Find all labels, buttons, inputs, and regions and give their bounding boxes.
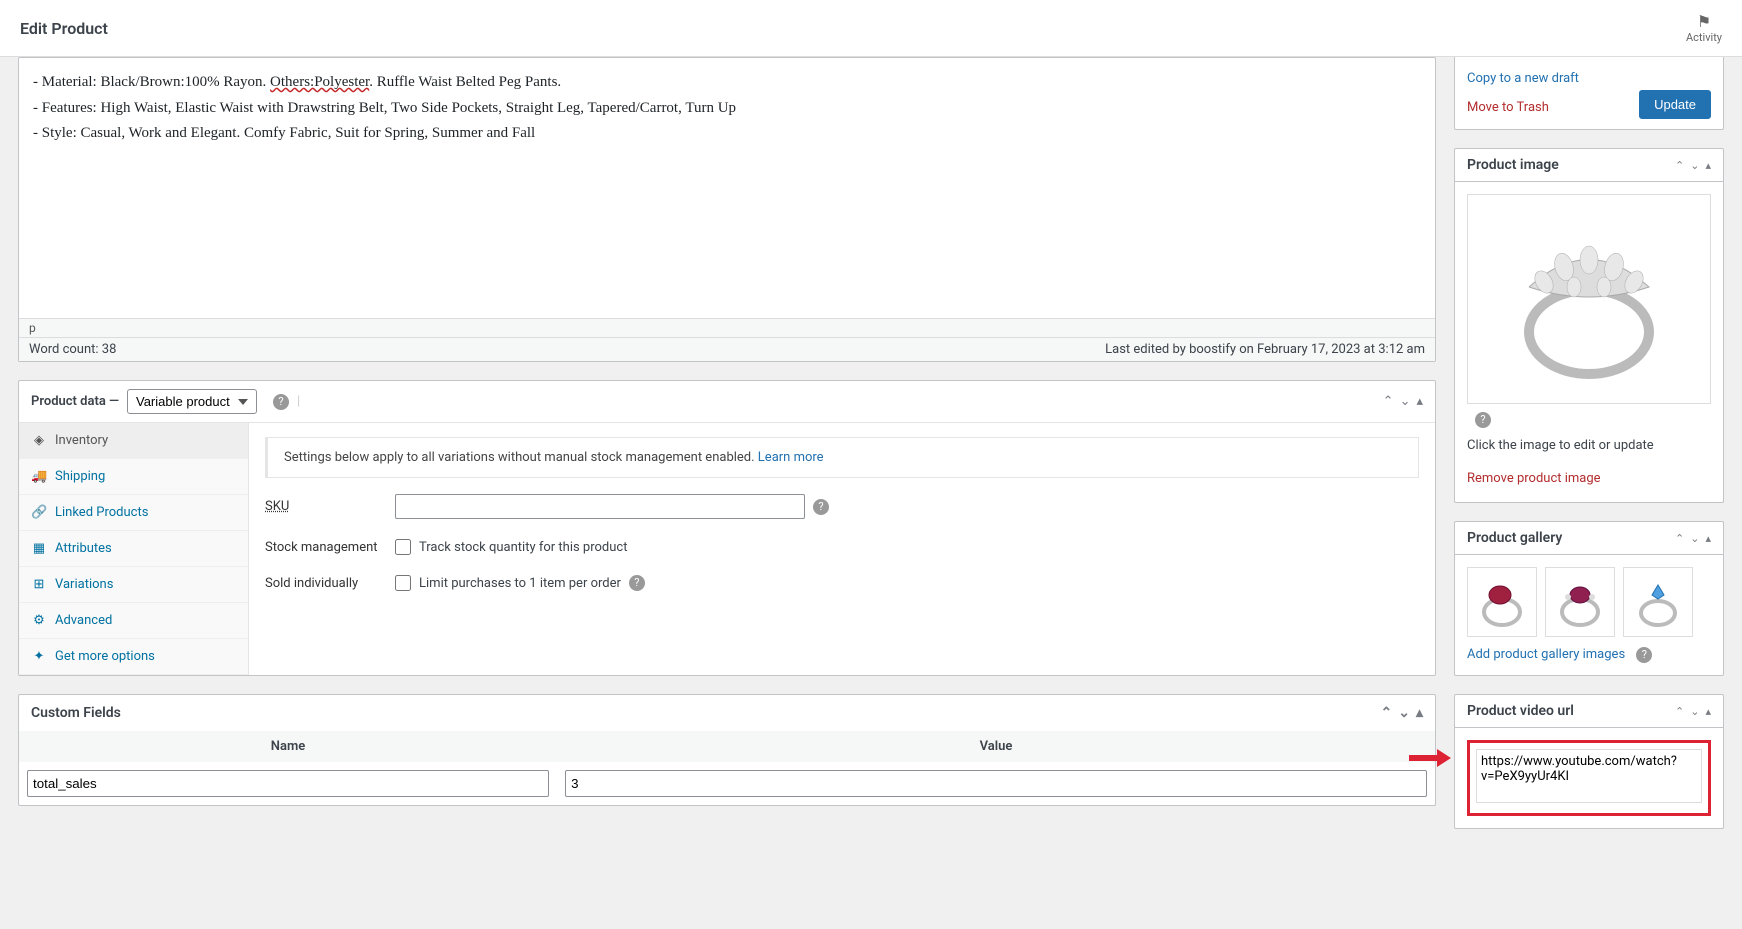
cf-col-name: Name (19, 731, 557, 762)
tab-shipping[interactable]: 🚚Shipping (19, 459, 248, 495)
stock-mgmt-label: Stock management (265, 540, 395, 555)
ring-image (1489, 212, 1689, 387)
chevron-up-icon[interactable]: ⌃ (1381, 705, 1393, 721)
page-title: Edit Product (20, 19, 108, 38)
activity-button[interactable]: ⚑ Activity (1686, 12, 1722, 44)
product-gallery-box: Product gallery ⌃ ⌄ ▴ (1454, 521, 1724, 676)
product-type-select[interactable]: Variable product (127, 389, 257, 414)
sparkle-icon: ✦ (31, 649, 47, 664)
click-to-edit-text: Click the image to edit or update (1467, 438, 1711, 453)
chevron-down-icon[interactable]: ⌄ (1398, 705, 1410, 721)
gallery-item[interactable] (1467, 567, 1537, 637)
link-icon: 🔗 (31, 505, 47, 520)
chevron-up-icon[interactable]: ⌃ (1383, 394, 1394, 409)
product-data-title: Product data — (31, 394, 119, 409)
gallery-item[interactable] (1545, 567, 1615, 637)
editor-path[interactable]: p (19, 318, 1435, 337)
cf-value-input[interactable] (565, 770, 1427, 797)
caret-up-icon[interactable]: ▴ (1416, 394, 1423, 409)
chevron-down-icon[interactable]: ⌄ (1690, 532, 1699, 545)
custom-fields-table: Name Value (19, 731, 1435, 805)
track-stock-checkbox[interactable] (395, 539, 411, 555)
product-image[interactable] (1467, 194, 1711, 404)
sold-individually-text: Limit purchases to 1 item per order (419, 576, 621, 591)
move-trash-link[interactable]: Move to Trash (1467, 96, 1549, 119)
product-data-tabs: ◈Inventory 🚚Shipping 🔗Linked Products ▦A… (19, 423, 249, 675)
chevron-down-icon[interactable]: ⌄ (1400, 394, 1411, 409)
tab-advanced[interactable]: ⚙Advanced (19, 603, 248, 639)
custom-fields-title: Custom Fields (31, 705, 121, 721)
inventory-icon: ◈ (31, 433, 47, 448)
sku-input[interactable] (395, 494, 805, 519)
tab-attributes[interactable]: ▦Attributes (19, 531, 248, 567)
chevron-up-icon[interactable]: ⌃ (1675, 705, 1684, 718)
caret-up-icon[interactable]: ▴ (1705, 705, 1711, 718)
inventory-notice: Settings below apply to all variations w… (265, 437, 1419, 478)
custom-fields-box: Custom Fields ⌃ ⌄ ▴ Name Value (18, 694, 1436, 806)
help-icon[interactable]: ? (813, 499, 829, 515)
sku-label: SKU (265, 499, 395, 514)
spellcheck-span: Others:Polyester (270, 74, 369, 90)
flag-icon: ⚑ (1686, 12, 1722, 31)
variations-icon: ⊞ (31, 577, 47, 592)
tab-variations[interactable]: ⊞Variations (19, 567, 248, 603)
product-video-url-box: Product video url ⌃ ⌄ ▴ (1454, 694, 1724, 829)
caret-up-icon[interactable]: ▴ (1416, 705, 1423, 721)
table-row (19, 762, 1435, 805)
product-image-title: Product image (1467, 157, 1559, 173)
sold-individually-label: Sold individually (265, 576, 395, 591)
grid-icon: ▦ (31, 541, 47, 556)
tab-linked-products[interactable]: 🔗Linked Products (19, 495, 248, 531)
video-url-title: Product video url (1467, 703, 1574, 719)
track-stock-label: Track stock quantity for this product (419, 540, 627, 555)
help-icon[interactable]: ? (1475, 412, 1491, 428)
gallery-title: Product gallery (1467, 530, 1562, 546)
chevron-down-icon[interactable]: ⌄ (1690, 705, 1699, 718)
truck-icon: 🚚 (31, 469, 47, 484)
tab-get-more[interactable]: ✦Get more options (19, 639, 248, 675)
caret-up-icon[interactable]: ▴ (1705, 159, 1711, 172)
update-button[interactable]: Update (1639, 90, 1711, 119)
last-edited: Last edited by boostify on February 17, … (1105, 342, 1425, 357)
sold-individually-checkbox[interactable] (395, 575, 411, 591)
inventory-panel: Settings below apply to all variations w… (249, 423, 1435, 675)
arrow-icon (1409, 749, 1451, 767)
copy-draft-link[interactable]: Copy to a new draft (1467, 67, 1711, 90)
activity-label: Activity (1686, 31, 1722, 44)
description-editor: - Material: Black/Brown:100% Rayon. Othe… (18, 57, 1436, 362)
help-icon[interactable]: ? (273, 394, 289, 410)
add-gallery-link[interactable]: Add product gallery images (1467, 643, 1625, 666)
help-icon[interactable]: ? (1636, 647, 1652, 663)
chevron-up-icon[interactable]: ⌃ (1675, 532, 1684, 545)
learn-more-link[interactable]: Learn more (758, 450, 824, 465)
product-data-box: Product data — Variable product ? | ⌃ ⌄ … (18, 380, 1436, 676)
word-count: Word count: 38 (29, 342, 116, 357)
remove-image-link[interactable]: Remove product image (1467, 467, 1711, 490)
gear-icon: ⚙ (31, 613, 47, 628)
chevron-up-icon[interactable]: ⌃ (1675, 159, 1684, 172)
caret-up-icon[interactable]: ▴ (1705, 532, 1711, 545)
tab-inventory[interactable]: ◈Inventory (19, 423, 248, 459)
top-bar: Edit Product ⚑ Activity (0, 0, 1742, 57)
editor-content[interactable]: - Material: Black/Brown:100% Rayon. Othe… (19, 58, 1435, 318)
chevron-down-icon[interactable]: ⌄ (1690, 159, 1699, 172)
video-url-input[interactable] (1476, 749, 1702, 803)
product-image-box: Product image ⌃ ⌄ ▴ (1454, 148, 1724, 503)
publish-box: Copy to a new draft Move to Trash Update (1454, 57, 1724, 130)
gallery-thumbnails (1467, 567, 1711, 637)
video-url-highlight (1467, 740, 1711, 816)
cf-name-input[interactable] (27, 770, 549, 797)
help-icon[interactable]: ? (629, 575, 645, 591)
gallery-item[interactable] (1623, 567, 1693, 637)
cf-col-value: Value (557, 731, 1435, 762)
